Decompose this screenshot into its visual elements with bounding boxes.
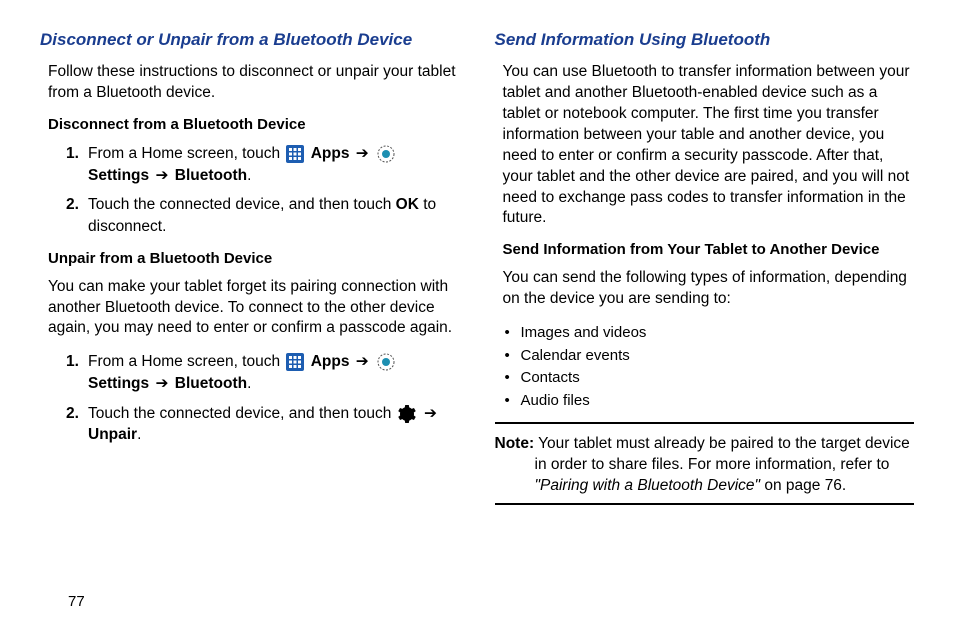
arrow: ➔ <box>424 403 437 425</box>
label-bluetooth: Bluetooth <box>175 167 247 184</box>
send-types-list: Images and videos Calendar events Contac… <box>495 322 915 412</box>
note-ref: "Pairing with a Bluetooth Device" <box>535 477 761 494</box>
note-body-a: Your tablet must already be paired to th… <box>534 435 910 473</box>
intro-send: You can use Bluetooth to transfer inform… <box>495 62 915 229</box>
step-text: From a Home screen, touch <box>88 353 284 370</box>
arrow: ➔ <box>356 351 369 373</box>
settings-icon <box>377 353 395 371</box>
list-item: Contacts <box>505 367 915 390</box>
subheading-send: Send Information from Your Tablet to Ano… <box>495 241 915 258</box>
heading-send-info: Send Information Using Bluetooth <box>495 30 915 50</box>
step-text: Touch the connected device, and then tou… <box>88 405 396 422</box>
arrow: ➔ <box>155 373 168 395</box>
divider <box>495 503 915 505</box>
steps-disconnect: 1. From a Home screen, touch Apps ➔ Sett… <box>40 143 460 238</box>
page-number: 77 <box>68 593 85 610</box>
step-1-unpair: 1. From a Home screen, touch Apps ➔ Sett… <box>66 351 460 394</box>
label-apps: Apps <box>311 145 354 162</box>
list-item: Audio files <box>505 390 915 413</box>
list-item: Images and videos <box>505 322 915 345</box>
list-item: Calendar events <box>505 345 915 368</box>
step-1-disconnect: 1. From a Home screen, touch Apps ➔ Sett… <box>66 143 460 186</box>
left-column: Disconnect or Unpair from a Bluetooth De… <box>40 30 460 515</box>
step-2-unpair: 2. Touch the connected device, and then … <box>66 403 460 446</box>
steps-unpair: 1. From a Home screen, touch Apps ➔ Sett… <box>40 351 460 446</box>
note-label: Note: <box>495 435 535 452</box>
label-unpair: Unpair <box>88 426 137 443</box>
label-ok: OK <box>396 196 419 213</box>
label-settings: Settings <box>88 167 153 184</box>
subheading-disconnect: Disconnect from a Bluetooth Device <box>40 116 460 133</box>
note-body-b: on page 76. <box>760 477 846 494</box>
divider <box>495 422 915 424</box>
apps-icon <box>286 145 304 163</box>
intro-disconnect: Follow these instructions to disconnect … <box>40 62 460 104</box>
settings-icon <box>377 145 395 163</box>
apps-icon <box>286 353 304 371</box>
step-text: From a Home screen, touch <box>88 145 284 162</box>
label-apps: Apps <box>311 353 354 370</box>
heading-disconnect-unpair: Disconnect or Unpair from a Bluetooth De… <box>40 30 460 50</box>
step-2-disconnect: 2. Touch the connected device, and then … <box>66 194 460 237</box>
arrow: ➔ <box>155 165 168 187</box>
label-settings: Settings <box>88 375 153 392</box>
right-column: Send Information Using Bluetooth You can… <box>495 30 915 515</box>
label-bluetooth: Bluetooth <box>175 375 247 392</box>
intro-unpair: You can make your tablet forget its pair… <box>40 277 460 340</box>
gear-icon <box>398 405 416 423</box>
subheading-unpair: Unpair from a Bluetooth Device <box>40 250 460 267</box>
send-types-intro: You can send the following types of info… <box>495 268 915 310</box>
arrow: ➔ <box>356 143 369 165</box>
step-text: Touch the connected device, and then tou… <box>88 196 396 213</box>
note-text: Note: Your tablet must already be paired… <box>495 434 915 497</box>
